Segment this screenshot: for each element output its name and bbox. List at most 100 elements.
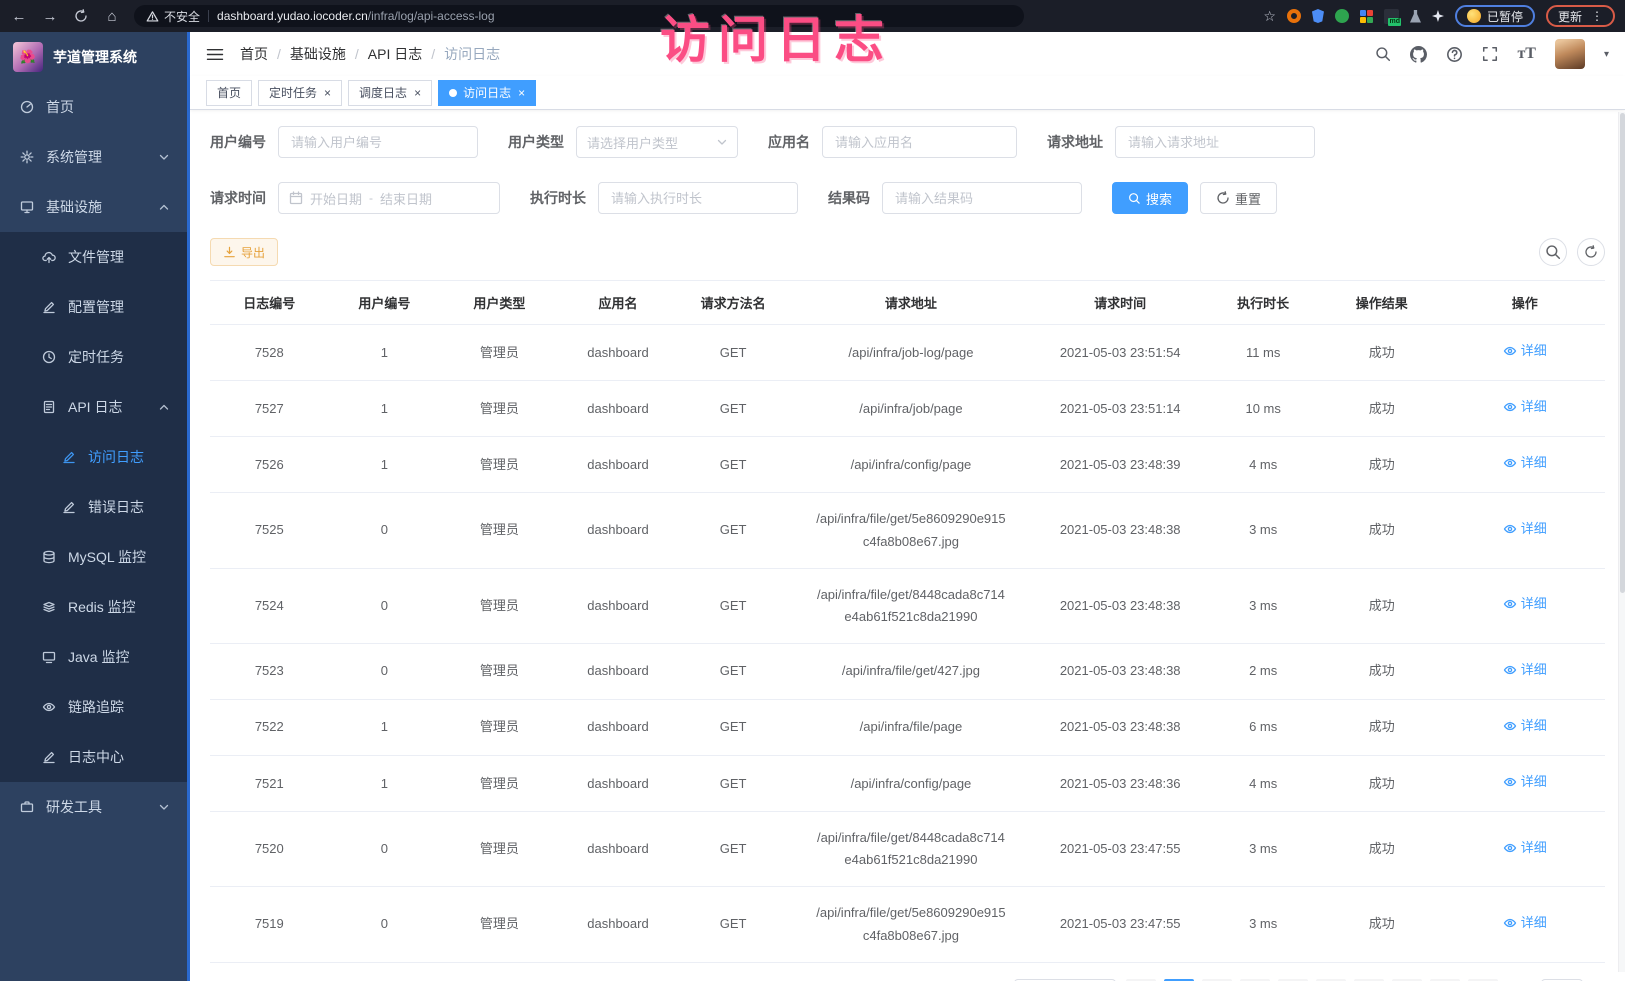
extension-icon[interactable] (1335, 9, 1349, 23)
extension-icon[interactable] (1360, 10, 1373, 23)
sidebar-item-java[interactable]: Java 监控 (0, 632, 187, 682)
sidebar-item-file[interactable]: 文件管理 (0, 232, 187, 282)
cell-user-type: 管理员 (440, 568, 559, 643)
toggle-search-button[interactable] (1539, 238, 1567, 266)
cell-actions: 详细 (1445, 381, 1605, 437)
cell-user-id: 0 (329, 493, 441, 568)
search-icon[interactable] (1375, 46, 1391, 62)
close-icon[interactable]: × (518, 87, 525, 99)
detail-link[interactable]: 详细 (1503, 912, 1547, 934)
sidebar-item-home[interactable]: 首页 (0, 82, 187, 132)
chevron-down-icon[interactable]: ▾ (1604, 49, 1609, 60)
paused-badge[interactable]: 已暂停 (1455, 5, 1535, 27)
text-input[interactable] (882, 182, 1082, 214)
user-avatar[interactable] (1555, 39, 1585, 69)
font-size-icon[interactable]: тT (1517, 45, 1536, 63)
filter-input[interactable] (833, 134, 1006, 151)
sidebar-item-trace[interactable]: 链路追踪 (0, 682, 187, 732)
table-row: 75200管理员dashboardGET/api/infra/file/get/… (210, 812, 1605, 887)
extension-icon[interactable]: md (1384, 9, 1399, 24)
sidebar-item-redis[interactable]: Redis 监控 (0, 582, 187, 632)
github-icon[interactable] (1410, 46, 1427, 63)
scrollbar[interactable] (1618, 112, 1625, 972)
close-icon[interactable]: × (414, 87, 421, 99)
eye-icon (1503, 344, 1517, 358)
cell-duration: 3 ms (1207, 568, 1319, 643)
search-button[interactable]: 搜索 (1112, 182, 1188, 214)
cell-method: GET (677, 568, 789, 643)
security-warning[interactable]: 不安全 (146, 8, 200, 25)
sidebar: 🌺 芋道管理系统 首页系统管理基础设施文件管理配置管理定时任务API 日志访问日… (0, 32, 190, 981)
close-icon[interactable]: × (324, 87, 331, 99)
tab-2[interactable]: 调度日志× (348, 80, 432, 106)
app-logo[interactable]: 🌺 芋道管理系统 (0, 32, 187, 82)
help-icon[interactable] (1446, 46, 1463, 63)
cell-method: GET (677, 325, 789, 381)
detail-link[interactable]: 详细 (1503, 593, 1547, 615)
detail-link[interactable]: 详细 (1503, 396, 1547, 418)
bookmark-star-icon[interactable]: ☆ (1263, 8, 1276, 25)
filter-input[interactable] (1126, 134, 1304, 151)
sidebar-item-error-log[interactable]: 错误日志 (0, 482, 187, 532)
sidebar-item-access-log[interactable]: 访问日志 (0, 432, 187, 482)
sidebar-item-api-log[interactable]: API 日志 (0, 382, 187, 432)
hamburger-icon[interactable] (206, 47, 224, 62)
update-button[interactable]: 更新 ⋮ (1546, 5, 1615, 27)
sidebar-item-mysql[interactable]: MySQL 监控 (0, 532, 187, 582)
text-input[interactable] (1115, 126, 1315, 158)
date-range-input[interactable]: 开始日期-结束日期 (278, 182, 500, 214)
detail-link[interactable]: 详细 (1503, 518, 1547, 540)
tab-3[interactable]: 访问日志× (438, 80, 536, 106)
sidebar-item-system[interactable]: 系统管理 (0, 132, 187, 182)
breadcrumb-separator: / (355, 46, 359, 62)
sidebar-item-devtools[interactable]: 研发工具 (0, 782, 187, 832)
download-icon (223, 246, 236, 259)
export-button[interactable]: 导出 (210, 238, 278, 266)
text-input[interactable] (278, 126, 478, 158)
detail-link[interactable]: 详细 (1503, 771, 1547, 793)
shield-extension-icon[interactable] (1312, 9, 1324, 23)
filter-input[interactable] (289, 134, 467, 151)
detail-link[interactable]: 详细 (1503, 837, 1547, 859)
tab-1[interactable]: 定时任务× (258, 80, 342, 106)
breadcrumb-item-1[interactable]: 基础设施 (290, 44, 346, 64)
extension-icon[interactable] (1287, 9, 1301, 23)
select-input[interactable]: 请选择用户类型 (576, 126, 738, 158)
extensions-puzzle-icon[interactable] (1432, 10, 1444, 22)
extension-icon[interactable] (1410, 10, 1421, 23)
detail-label: 详细 (1521, 837, 1547, 859)
breadcrumb-item-2[interactable]: API 日志 (368, 44, 422, 64)
detail-label: 详细 (1521, 771, 1547, 793)
text-input[interactable] (598, 182, 798, 214)
browser-menu-icon[interactable]: ⋮ (1591, 9, 1603, 23)
eye-icon (1503, 522, 1517, 536)
detail-link[interactable]: 详细 (1503, 659, 1547, 681)
text-input[interactable] (822, 126, 1017, 158)
reset-button[interactable]: 重置 (1200, 182, 1277, 214)
fullscreen-icon[interactable] (1482, 46, 1498, 62)
filter-input[interactable] (893, 190, 1071, 207)
detail-link[interactable]: 详细 (1503, 715, 1547, 737)
detail-link[interactable]: 详细 (1503, 340, 1547, 362)
breadcrumb-item-0[interactable]: 首页 (240, 44, 268, 64)
browser-reload-icon[interactable] (72, 9, 90, 23)
sidebar-item-log-center[interactable]: 日志中心 (0, 732, 187, 782)
browser-toolbar: ← → ⌂ 不安全 dashboard.yudao.iocoder.cn/inf… (0, 0, 1625, 32)
cell-result: 成功 (1319, 643, 1445, 699)
detail-link[interactable]: 详细 (1503, 452, 1547, 474)
chevron-down-icon (717, 139, 727, 146)
address-bar[interactable]: 不安全 dashboard.yudao.iocoder.cn/infra/log… (134, 5, 1024, 27)
page-url: dashboard.yudao.iocoder.cn/infra/log/api… (217, 9, 495, 23)
sidebar-item-infra[interactable]: 基础设施 (0, 182, 187, 232)
browser-back-icon[interactable]: ← (10, 8, 28, 25)
browser-forward-icon[interactable]: → (41, 8, 59, 25)
tab-0[interactable]: 首页 (206, 80, 252, 106)
filter-0-0: 用户编号 (210, 126, 478, 158)
browser-home-icon[interactable]: ⌂ (103, 8, 121, 25)
filter-input[interactable] (609, 190, 787, 207)
refresh-table-button[interactable] (1577, 238, 1605, 266)
cell-request-time: 2021-05-03 23:48:39 (1033, 437, 1207, 493)
active-dot (449, 89, 457, 97)
sidebar-item-config[interactable]: 配置管理 (0, 282, 187, 332)
sidebar-item-job[interactable]: 定时任务 (0, 332, 187, 382)
